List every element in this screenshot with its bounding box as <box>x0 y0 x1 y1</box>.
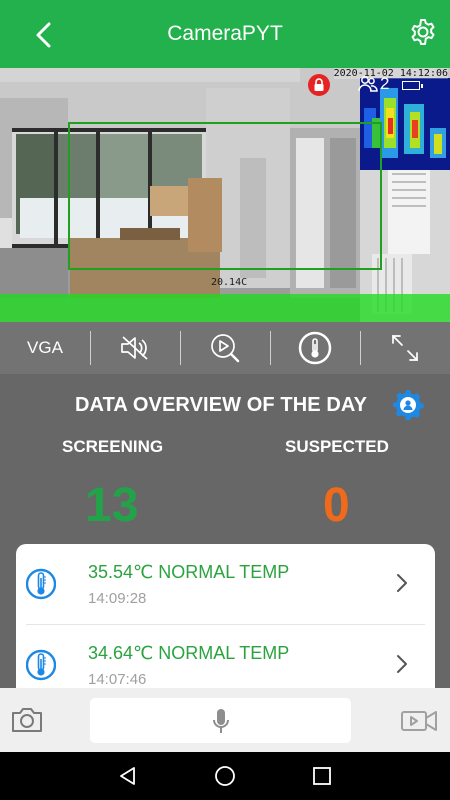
settings-button[interactable] <box>408 17 438 47</box>
resolution-button[interactable]: VGA <box>0 322 90 374</box>
nav-back-button[interactable] <box>108 756 148 796</box>
overview-settings-button[interactable] <box>391 388 425 422</box>
video-camera-icon <box>401 711 437 731</box>
app-root: CameraPYT 2020-11-02 14:12:06 2 20.14C V… <box>0 0 450 800</box>
nav-recents-icon <box>312 767 331 785</box>
video-toolbar: VGA <box>0 322 450 374</box>
list-item[interactable]: 34.64℃ NORMAL TEMP 14:07:46 <box>16 625 435 694</box>
suspected-label: SUSPECTED <box>285 437 389 456</box>
resolution-label: VGA <box>27 338 63 357</box>
thermometer-icon <box>26 568 56 600</box>
temperature-mode-button[interactable] <box>270 322 360 374</box>
playback-button[interactable] <box>180 322 270 374</box>
suspected-count: 0 <box>323 479 350 532</box>
gear-icon <box>411 19 435 45</box>
camera-live-view[interactable]: 2020-11-02 14:12:06 2 20.14C <box>0 68 450 322</box>
lock-icon <box>314 78 324 91</box>
fullscreen-button[interactable] <box>360 322 450 374</box>
screening-label: SCREENING <box>62 437 164 456</box>
record-title: 35.54℃ NORMAL TEMP <box>88 562 290 582</box>
page-title: CameraPYT <box>167 22 283 45</box>
app-header: CameraPYT <box>0 0 450 68</box>
system-navigation-bar <box>0 752 450 800</box>
people-count-value: 2 <box>380 74 390 93</box>
mute-speaker-icon <box>121 336 148 360</box>
screening-count: 13 <box>85 479 139 532</box>
fullscreen-icon <box>392 335 418 361</box>
talk-button[interactable] <box>90 698 351 743</box>
face-detection-box <box>68 122 382 270</box>
people-count: 2 <box>358 74 389 94</box>
record-time: 14:09:28 <box>88 590 147 607</box>
chevron-right-icon <box>397 574 407 592</box>
microphone-icon <box>212 708 229 733</box>
list-item[interactable]: 35.54℃ NORMAL TEMP 14:09:28 <box>16 544 435 624</box>
people-icon <box>358 76 378 92</box>
lock-button[interactable] <box>308 74 330 96</box>
thermometer-icon <box>26 649 56 681</box>
gear-icon <box>393 390 424 420</box>
temperature-readout: 20.14C <box>211 277 248 288</box>
camera-icon <box>12 708 42 732</box>
nav-back-icon <box>120 767 136 785</box>
back-button[interactable] <box>26 18 60 52</box>
record-title: 34.64℃ NORMAL TEMP <box>88 643 290 663</box>
record-button[interactable] <box>400 706 440 736</box>
chevron-right-icon <box>397 655 407 673</box>
record-time: 14:07:46 <box>88 671 147 688</box>
thermometer-icon <box>298 331 332 365</box>
nav-recents-button[interactable] <box>302 756 342 796</box>
nav-home-icon <box>215 766 235 786</box>
nav-home-button[interactable] <box>205 756 245 796</box>
temperature-zone-overlay <box>0 294 450 322</box>
mute-button[interactable] <box>90 322 180 374</box>
records-list: 35.54℃ NORMAL TEMP 14:09:28 34.64℃ NORMA… <box>16 544 435 694</box>
video-timestamp: 2020-11-02 14:12:06 <box>333 68 448 79</box>
bottom-controls <box>0 688 450 752</box>
back-chevron-icon <box>36 22 51 48</box>
playback-search-icon <box>211 334 240 363</box>
data-overview-panel: DATA OVERVIEW OF THE DAY SCREENING SUSPE… <box>0 374 450 694</box>
overview-title: DATA OVERVIEW OF THE DAY <box>75 394 368 416</box>
snapshot-button[interactable] <box>10 705 44 735</box>
battery-icon <box>402 81 423 90</box>
